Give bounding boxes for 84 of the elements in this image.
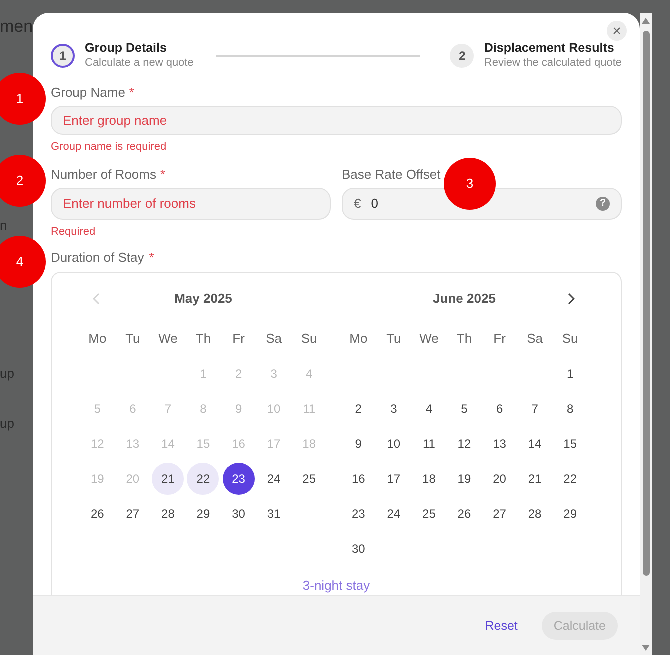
weekday-label: Sa	[527, 330, 544, 348]
weekday-label: Tu	[126, 330, 140, 348]
required-mark: *	[149, 249, 154, 267]
annotation-marker: 1	[0, 73, 46, 125]
day-cell[interactable]: 28	[152, 498, 184, 530]
day-cell[interactable]: 5	[448, 393, 480, 425]
month-title: June 2025	[433, 290, 496, 308]
group-name-field[interactable]: Enter group name	[51, 106, 622, 134]
rooms-field[interactable]: Enter number of rooms	[51, 188, 331, 220]
day-cell[interactable]: 19	[448, 463, 480, 495]
weekday-label: Su	[301, 330, 318, 348]
day-cell[interactable]: 26	[448, 498, 480, 530]
day-cell[interactable]: 30	[222, 498, 255, 530]
weekday-label: Sa	[266, 330, 282, 348]
weekday-label: Fr	[494, 330, 506, 348]
error-message: Group name is required	[51, 140, 168, 154]
day-cell[interactable]: 15	[554, 428, 586, 460]
day-cell[interactable]: 17	[378, 463, 410, 495]
scroll-up-icon[interactable]	[641, 17, 651, 25]
day-cell[interactable]: 21	[519, 463, 552, 495]
day-cell[interactable]: 11	[413, 428, 446, 460]
day-cell[interactable]: 22	[187, 463, 220, 495]
day-cell[interactable]: 12	[448, 428, 480, 460]
weekday-label: Mo	[88, 330, 107, 348]
day-cell[interactable]: 4	[413, 393, 446, 425]
weekday-label: Su	[562, 330, 578, 348]
day-cell[interactable]: 18	[413, 463, 446, 495]
field-label: Group Name	[51, 84, 126, 102]
weekday-label: Fr	[232, 330, 245, 348]
day-cell[interactable]: 7	[519, 393, 552, 425]
weekday-label: Th	[456, 330, 472, 348]
step-title: Displacement Results	[484, 41, 616, 56]
scrollbar[interactable]	[640, 13, 652, 655]
day-cell[interactable]: 22	[554, 463, 586, 495]
annotation-marker: 2	[0, 155, 46, 207]
stay-summary: 3-night stay	[302, 576, 370, 595]
day-cell[interactable]: 30	[342, 533, 375, 565]
weekday-label: Mo	[350, 330, 368, 348]
offset-field[interactable]: € 0 ?	[342, 188, 622, 220]
month-title: May 2025	[174, 290, 232, 308]
day-cell[interactable]: 28	[519, 498, 552, 530]
day-cell[interactable]: 3	[378, 393, 410, 425]
day-cell[interactable]: 23	[222, 463, 255, 495]
day-cell[interactable]: 31	[258, 498, 290, 530]
day-cell[interactable]: 26	[82, 498, 114, 530]
error-message: Required	[51, 224, 97, 240]
day-cell[interactable]: 27	[116, 498, 149, 530]
close-button[interactable]: ×	[607, 21, 627, 41]
day-cell[interactable]: 6	[484, 393, 516, 425]
step-title: Group Details	[85, 41, 168, 56]
day-cell[interactable]: 27	[484, 498, 516, 530]
day-cell[interactable]: 10	[378, 428, 410, 460]
weekday-label: Tu	[386, 330, 402, 348]
field-label: Base Rate Offset	[342, 166, 441, 184]
day-cell[interactable]: 29	[187, 498, 220, 530]
weekday-label: We	[158, 330, 178, 348]
weekday-label: Th	[196, 330, 212, 348]
day-cell[interactable]: 1	[554, 358, 586, 390]
annotation-marker: 4	[0, 236, 46, 288]
day-cell[interactable]: 29	[554, 498, 586, 530]
reset-button[interactable]: Reset	[477, 612, 526, 640]
day-cell[interactable]: 9	[342, 428, 375, 460]
step-number: 2	[450, 44, 474, 68]
required-mark: *	[129, 84, 134, 102]
day-cell[interactable]: 24	[258, 463, 290, 495]
day-cell[interactable]: 2	[342, 393, 375, 425]
day-cell[interactable]: 25	[293, 463, 326, 495]
required-mark: *	[160, 166, 166, 184]
field-label: Duration of Stay	[51, 249, 144, 267]
step-subtitle: Calculate a new quote	[85, 56, 194, 71]
field-label: Number of Rooms	[51, 166, 156, 184]
day-cell[interactable]: 14	[519, 428, 552, 460]
step-number: 1	[51, 44, 75, 68]
day-cell[interactable]: 23	[342, 498, 375, 530]
weekday-label: We	[420, 330, 439, 348]
step-subtitle: Review the calculated quote	[484, 56, 622, 71]
day-cell[interactable]: 16	[342, 463, 375, 495]
scroll-down-icon[interactable]	[641, 644, 651, 652]
day-cell[interactable]: 8	[554, 393, 586, 425]
day-cell[interactable]: 21	[152, 463, 184, 495]
day-cell[interactable]: 13	[484, 428, 516, 460]
day-cell[interactable]: 25	[413, 498, 446, 530]
day-cell[interactable]: 24	[378, 498, 410, 530]
day-cell[interactable]: 20	[484, 463, 516, 495]
